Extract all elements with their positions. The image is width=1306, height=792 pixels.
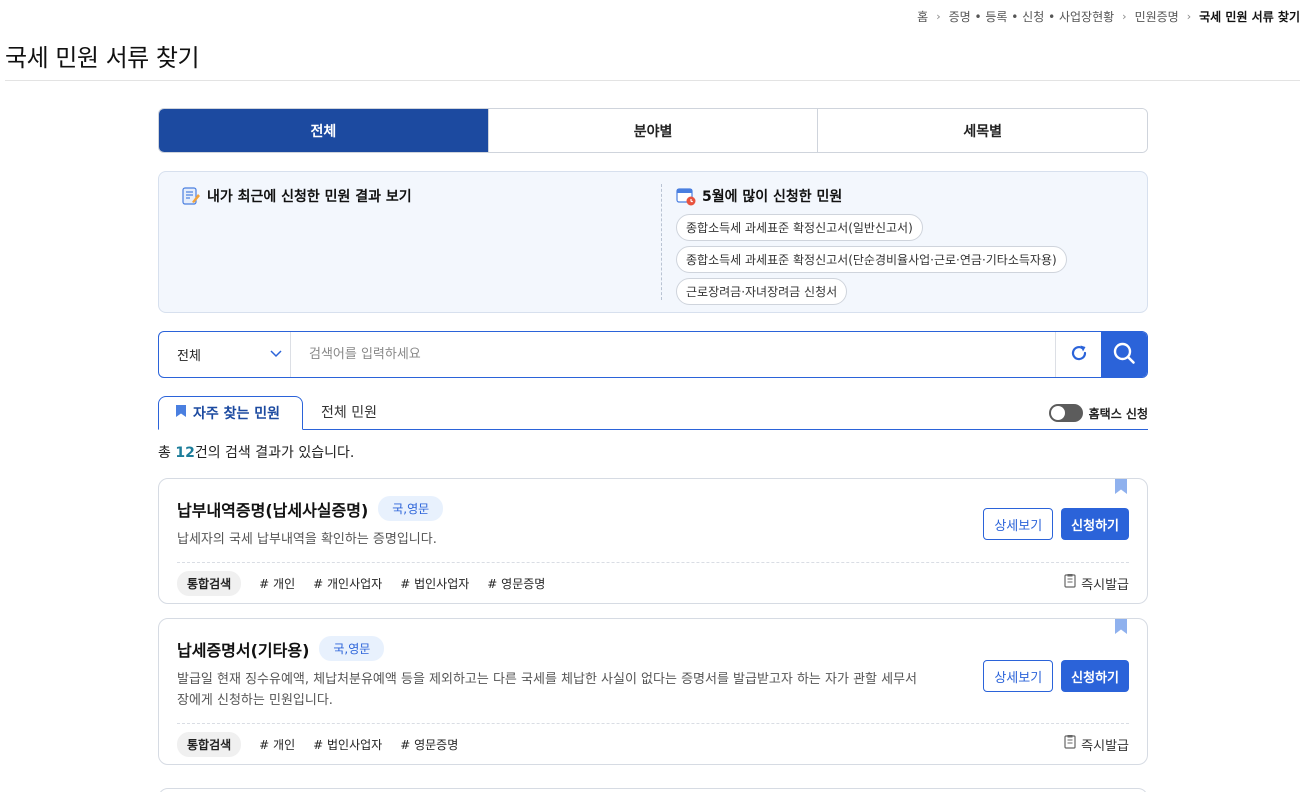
tab-all[interactable]: 전체	[159, 109, 488, 152]
tag-list: 통합검색 # 개인 # 법인사업자 # 영문증명	[177, 731, 458, 757]
tag-integrated-search[interactable]: 통합검색	[177, 731, 242, 757]
recent-link[interactable]: 내가 최근에 신청한 민원 결과 보기	[181, 186, 639, 206]
hometax-toggle-label: 홈택스 신청	[1088, 406, 1148, 421]
result-suffix: 건의 검색 결과가 있습니다.	[194, 445, 355, 461]
card-actions: 상세보기 신청하기	[983, 508, 1129, 540]
popular-item[interactable]: 근로장려금·자녀장려금 신청서	[676, 278, 848, 305]
calendar-clock-icon	[676, 186, 696, 206]
popular-header: 5월에 많이 신청한 민원	[676, 186, 1133, 206]
apply-button[interactable]: 신청하기	[1061, 660, 1129, 692]
popular-item[interactable]: 종합소득세 과세표준 확정신고서(일반신고서)	[676, 214, 923, 241]
card-title-row: 납부내역증명(납세사실증명) 국,영문	[177, 496, 917, 521]
bookmark-icon[interactable]	[1115, 619, 1127, 638]
instant-issue: 즉시발급	[1064, 574, 1129, 593]
recent-title: 내가 최근에 신청한 민원 결과 보기	[207, 189, 412, 205]
refresh-button[interactable]	[1055, 332, 1101, 377]
breadcrumb-current: 국세 민원 서류 찾기	[1199, 10, 1300, 24]
tag[interactable]: # 개인	[259, 736, 295, 753]
card-description: 발급일 현재 징수유예액, 체납처분유예액 등을 제외하고는 다른 국세를 체납…	[177, 672, 918, 708]
tag[interactable]: # 법인사업자	[313, 736, 382, 753]
list-tabs: 자주 찾는 민원 전체 민원 홈택스 신청	[158, 396, 1148, 430]
document-icon	[1064, 735, 1076, 753]
document-icon	[1064, 574, 1076, 592]
info-box: 내가 최근에 신청한 민원 결과 보기 5월에 많이 신청한 민원 종합소득세 …	[158, 171, 1148, 313]
category-tabs: 전체 분야별 세목별	[158, 108, 1148, 153]
card-footer: 통합검색 # 개인 # 개인사업자 # 법인사업자 # 영문증명 즉시발급	[177, 563, 1129, 603]
chevron-down-icon	[270, 347, 282, 362]
popular-list: 종합소득세 과세표준 확정신고서(일반신고서) 종합소득세 과세표준 확정신고서…	[676, 214, 1133, 305]
title-divider	[5, 80, 1300, 81]
search-scope-select[interactable]: 전체	[159, 332, 291, 377]
card-actions: 상세보기 신청하기	[983, 660, 1129, 692]
tag[interactable]: # 법인사업자	[400, 575, 469, 592]
card-main: 납세증명서(기타용) 국,영문 발급일 현재 징수유예액, 체납처분유예액 등을…	[177, 636, 917, 711]
main-content: 전체 분야별 세목별 내가 최근에 신청한 민원 결과 보기 5월에 많이 신청…	[158, 108, 1148, 765]
refresh-icon	[1069, 343, 1089, 367]
card-header: 납부내역증명(납세사실증명) 국,영문 납세자의 국세 납부내역을 확인하는 증…	[177, 496, 1129, 550]
card-footer: 통합검색 # 개인 # 법인사업자 # 영문증명 즉시발급	[177, 724, 1129, 764]
hometax-toggle[interactable]	[1048, 404, 1083, 422]
search-bar: 전체	[158, 331, 1148, 378]
chevron-right-icon: ›	[1122, 10, 1127, 23]
search-button[interactable]	[1101, 332, 1147, 377]
popular-item[interactable]: 종합소득세 과세표준 확정신고서(단순경비율사업·근로·연금·기타소득자용)	[676, 246, 1067, 273]
language-badge: 국,영문	[319, 636, 385, 661]
card-main: 납부내역증명(납세사실증명) 국,영문 납세자의 국세 납부내역을 확인하는 증…	[177, 496, 917, 550]
search-icon	[1112, 341, 1136, 369]
instant-issue-label: 즉시발급	[1081, 577, 1129, 593]
result-number: 12	[175, 445, 195, 461]
tab-by-tax-item[interactable]: 세목별	[817, 109, 1147, 152]
hometax-toggle-wrap: 홈택스 신청	[1048, 404, 1148, 422]
card-title[interactable]: 납세증명서(기타용)	[177, 637, 309, 661]
page-title: 국세 민원 서류 찾기	[5, 44, 200, 72]
result-prefix: 총	[158, 445, 176, 461]
complaint-card: 납부내역증명(납세사실증명) 국,영문 납세자의 국세 납부내역을 확인하는 증…	[158, 478, 1148, 604]
apply-button[interactable]: 신청하기	[1061, 508, 1129, 540]
tab-by-field[interactable]: 분야별	[487, 109, 818, 152]
recent-panel: 내가 최근에 신청한 민원 결과 보기	[159, 172, 661, 312]
search-scope-value: 전체	[177, 349, 201, 364]
search-input[interactable]	[291, 332, 1055, 377]
instant-issue-label: 즉시발급	[1081, 738, 1129, 754]
result-count: 총 12건의 검색 결과가 있습니다.	[158, 442, 1148, 462]
breadcrumb-home[interactable]: 홈	[917, 8, 928, 25]
breadcrumb-section[interactable]: 민원증명	[1135, 8, 1179, 25]
tag[interactable]: # 영문증명	[487, 575, 545, 592]
language-badge: 국,영문	[378, 496, 444, 521]
complaint-card: 납세증명서(기타용) 국,영문 발급일 현재 징수유예액, 체납처분유예액 등을…	[158, 618, 1148, 765]
tab-frequent-label: 자주 찾는 민원	[193, 406, 281, 422]
bookmark-icon[interactable]	[1115, 479, 1127, 498]
card-title[interactable]: 납부내역증명(납세사실증명)	[177, 497, 368, 521]
bookmark-icon	[175, 404, 187, 422]
breadcrumb: 홈 › 증명 • 등록 • 신청 • 사업장현황 › 민원증명 › 국세 민원 …	[917, 8, 1300, 25]
tag-list: 통합검색 # 개인 # 개인사업자 # 법인사업자 # 영문증명	[177, 570, 545, 596]
breadcrumb-category[interactable]: 증명 • 등록 • 신청 • 사업장현황	[949, 8, 1115, 25]
detail-button[interactable]: 상세보기	[983, 660, 1054, 692]
card-description: 납세자의 국세 납부내역을 확인하는 증명입니다.	[177, 532, 437, 547]
tag[interactable]: # 영문증명	[400, 736, 458, 753]
tag[interactable]: # 개인사업자	[313, 575, 382, 592]
tag[interactable]: # 개인	[259, 575, 295, 592]
tab-frequent[interactable]: 자주 찾는 민원	[158, 396, 304, 430]
detail-button[interactable]: 상세보기	[983, 508, 1054, 540]
card-title-row: 납세증명서(기타용) 국,영문	[177, 636, 917, 661]
chevron-right-icon: ›	[936, 10, 941, 23]
complaint-card-partial	[158, 788, 1148, 792]
card-header: 납세증명서(기타용) 국,영문 발급일 현재 징수유예액, 체납처분유예액 등을…	[177, 636, 1129, 711]
tab-all-complaints[interactable]: 전체 민원	[303, 395, 395, 429]
popular-title: 5월에 많이 신청한 민원	[702, 189, 843, 205]
chevron-right-icon: ›	[1186, 10, 1192, 23]
memo-pencil-icon	[181, 186, 201, 206]
popular-panel: 5월에 많이 신청한 민원 종합소득세 과세표준 확정신고서(일반신고서) 종합…	[661, 184, 1147, 305]
tag-integrated-search[interactable]: 통합검색	[177, 570, 242, 596]
instant-issue: 즉시발급	[1064, 735, 1129, 754]
